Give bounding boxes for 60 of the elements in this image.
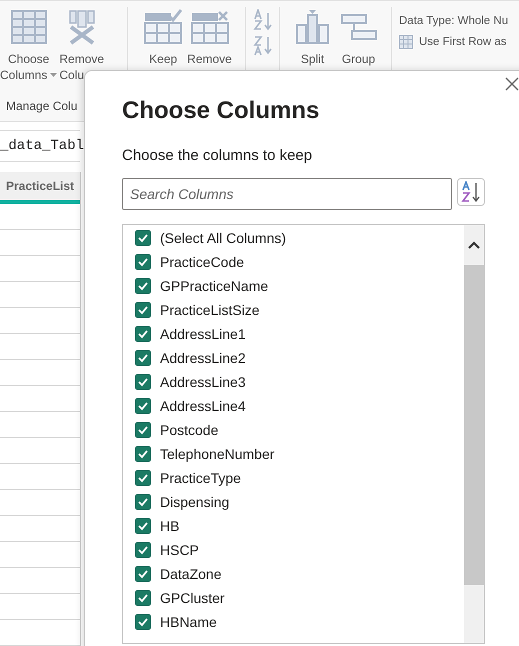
column-option[interactable]: AddressLine3 — [160, 374, 246, 390]
keep-rows-icon — [144, 9, 182, 45]
checkbox[interactable] — [135, 350, 151, 366]
checkbox[interactable] — [135, 566, 151, 582]
ribbon-command[interactable]: Use First Row as — [419, 36, 507, 48]
ribbon-button[interactable]: Split — [290, 7, 334, 67]
checkbox[interactable] — [135, 614, 151, 630]
caret-icon — [50, 73, 58, 78]
dialog-title: Choose Columns — [122, 97, 320, 125]
column-option[interactable]: DataZone — [160, 566, 222, 582]
checkbox[interactable] — [135, 470, 151, 486]
column-option[interactable]: Postcode — [160, 422, 218, 438]
checkbox[interactable] — [135, 230, 151, 246]
ribbon-button[interactable]: Remove — [187, 7, 232, 67]
scroll-up-icon[interactable] — [468, 241, 480, 249]
checkbox[interactable] — [135, 398, 151, 414]
column-option[interactable]: PracticeCode — [160, 254, 244, 270]
scrollbar[interactable] — [464, 225, 484, 643]
ribbon-button[interactable]: Remove Colu — [59, 7, 104, 83]
checkbox[interactable] — [135, 446, 151, 462]
checkbox[interactable] — [135, 422, 151, 438]
column-option[interactable]: TelephoneNumber — [160, 446, 274, 462]
column-option[interactable]: Dispensing — [160, 494, 230, 510]
scroll-thumb[interactable] — [464, 265, 484, 585]
sort-button[interactable] — [457, 178, 485, 206]
checkbox[interactable] — [135, 302, 151, 318]
column-option[interactable]: PracticeType — [160, 470, 241, 486]
column-option[interactable]: AddressLine2 — [160, 350, 246, 366]
table-icon — [10, 9, 47, 45]
checkbox[interactable] — [135, 254, 151, 270]
checkbox[interactable] — [135, 374, 151, 390]
table-icon — [399, 35, 413, 49]
query-name: _data_Tabl — [0, 138, 84, 154]
ribbon-button[interactable]: Keep — [141, 7, 186, 67]
checkbox[interactable] — [135, 494, 151, 510]
column-header[interactable]: PracticeList — [0, 172, 80, 204]
column-option[interactable]: GPCluster — [160, 590, 225, 606]
ribbon-button[interactable]: Choose Columns — [0, 7, 58, 83]
dialog-subtitle: Choose the columns to keep — [122, 147, 314, 164]
column-option[interactable]: AddressLine4 — [160, 398, 246, 414]
checkbox[interactable] — [135, 590, 151, 606]
ribbon-command[interactable]: Data Type: Whole Nu — [399, 15, 508, 27]
column-option[interactable]: HSCP — [160, 542, 199, 558]
checkbox[interactable] — [135, 518, 151, 534]
column-option[interactable]: AddressLine1 — [160, 326, 246, 342]
sort-icon — [252, 9, 272, 57]
column-option[interactable]: HBName — [160, 614, 217, 630]
search-field[interactable]: Search Columns — [122, 178, 452, 210]
column-option[interactable]: HB — [160, 518, 180, 534]
checkbox[interactable] — [135, 278, 151, 294]
remove-rows-icon — [190, 9, 228, 45]
column-option[interactable]: GPPracticeName — [160, 278, 268, 294]
ribbon-button[interactable]: Group — [336, 7, 380, 67]
column-option[interactable]: PracticeListSize — [160, 302, 260, 318]
group-label: Manage Colu — [5, 99, 78, 115]
split-column-icon — [294, 9, 330, 45]
close-icon[interactable] — [505, 77, 519, 91]
checkbox[interactable] — [135, 326, 151, 342]
column-option[interactable]: (Select All Columns) — [160, 230, 286, 246]
checkbox[interactable] — [135, 542, 151, 558]
